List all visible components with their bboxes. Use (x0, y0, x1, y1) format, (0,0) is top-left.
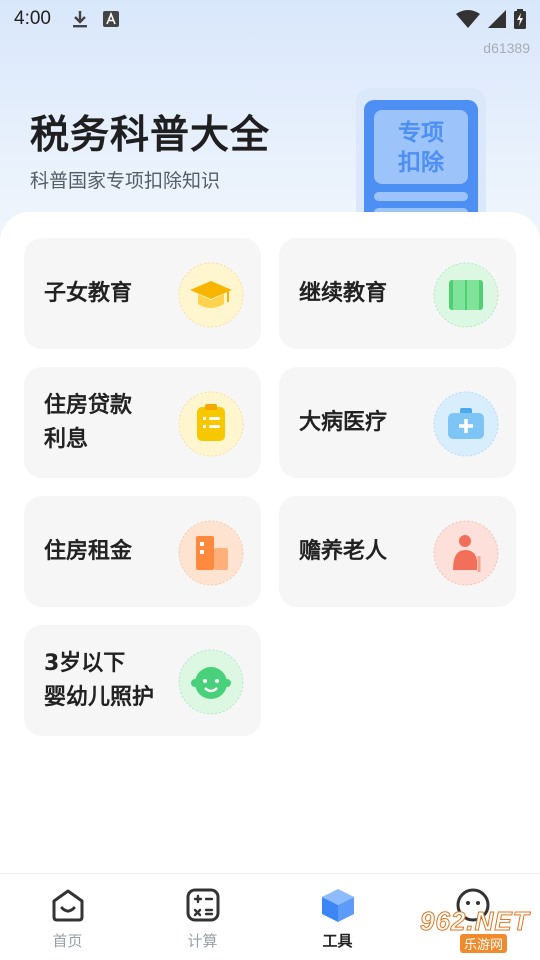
status-time: 4:00 (14, 8, 51, 29)
tab-tools[interactable]: 工具 (270, 874, 405, 960)
watermark-main: 962.NET (420, 906, 530, 937)
page-title: 税务科普大全 (30, 113, 271, 158)
baby-face-icon (178, 649, 244, 715)
card-child-education[interactable]: 子女教育 (24, 238, 261, 349)
card-housing-rent[interactable]: 住房租金 (24, 496, 261, 607)
card-label: 子女教育 (44, 280, 133, 306)
card-elderly-support[interactable]: 赡养老人 (279, 496, 516, 607)
tab-label: 工具 (322, 932, 353, 950)
tab-calculate[interactable]: 计算 (135, 874, 270, 960)
phone-text-line1: 专项 (398, 119, 444, 146)
elderly-person-icon (433, 520, 499, 586)
phone-illustration: 专项 扣除 (356, 88, 486, 224)
tab-label: 计算 (187, 932, 218, 950)
deduction-panel: 子女教育 继续教育 住房贷款 利息 大病医疗 住房租金 赡养老人 3岁以下 婴幼… (0, 212, 540, 874)
card-label: 继续教育 (299, 280, 388, 306)
graduation-cap-icon (178, 262, 244, 328)
tab-home[interactable]: 首页 (0, 874, 135, 960)
battery-charging-icon (514, 9, 526, 29)
font-a-icon (102, 11, 119, 27)
tab-label: 首页 (52, 932, 83, 950)
home-icon (52, 889, 83, 922)
signal-icon (488, 10, 506, 28)
card-label: 赡养老人 (299, 538, 388, 564)
card-housing-loan-interest[interactable]: 住房贷款 利息 (24, 367, 261, 478)
device-id: d61389 (483, 40, 530, 56)
clipboard-icon (178, 391, 244, 457)
card-label: 大病医疗 (299, 409, 388, 435)
card-serious-illness-medical[interactable]: 大病医疗 (279, 367, 516, 478)
book-icon (433, 262, 499, 328)
site-watermark: 962.NET 乐游网 (402, 906, 536, 954)
building-icon (178, 520, 244, 586)
medical-kit-icon (433, 391, 499, 457)
watermark-sub: 乐游网 (460, 934, 508, 953)
calculator-icon (186, 888, 219, 922)
card-label: 住房租金 (44, 538, 133, 564)
card-infant-care[interactable]: 3岁以下 婴幼儿照护 (24, 625, 261, 736)
card-label: 3岁以下 婴幼儿照护 (44, 650, 155, 710)
download-icon (72, 11, 87, 28)
wifi-icon (456, 10, 480, 28)
card-continuing-education[interactable]: 继续教育 (279, 238, 516, 349)
status-bar: 4:00 (0, 0, 540, 38)
phone-text-line2: 扣除 (398, 149, 445, 176)
card-label: 住房贷款 利息 (44, 392, 133, 452)
page-subtitle: 科普国家专项扣除知识 (30, 170, 221, 192)
cube-icon (321, 889, 354, 922)
